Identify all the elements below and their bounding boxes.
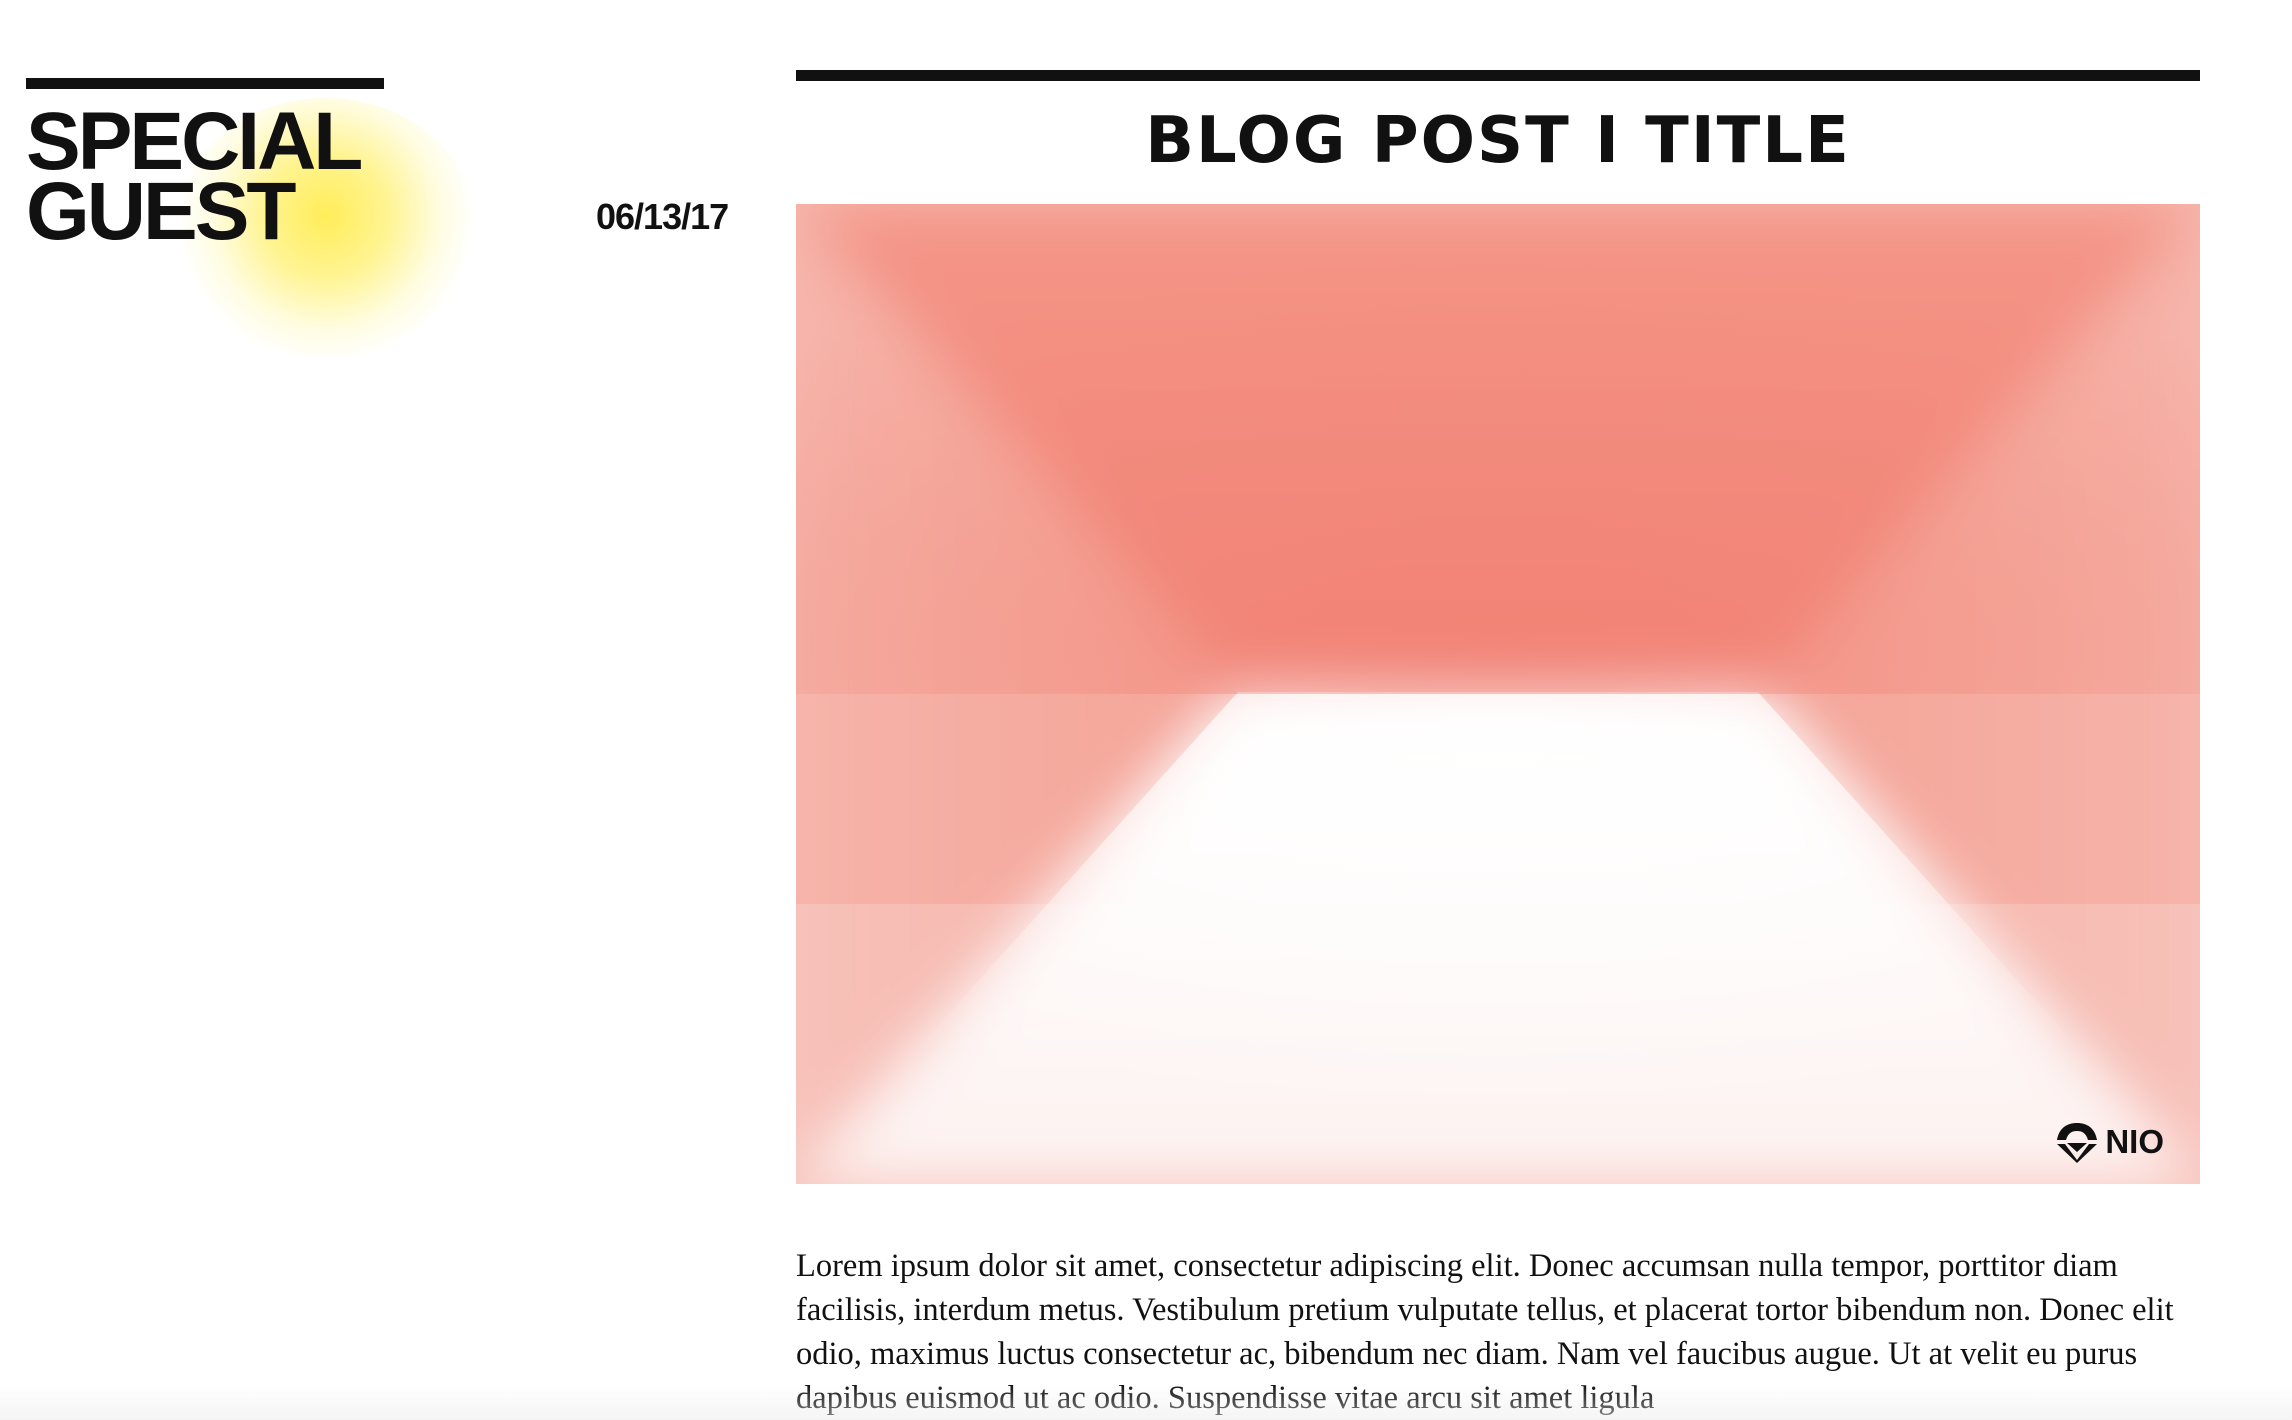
title-rule (796, 70, 2200, 81)
post-title: BLOG POST I TITLE (1145, 104, 1851, 178)
hero-image: NIO (796, 204, 2200, 1184)
brand-line-2: GUEST (26, 166, 296, 257)
nio-logo[interactable]: NIO (2053, 1120, 2164, 1164)
post-date: 06/13/17 (596, 196, 729, 237)
post-body: Lorem ipsum dolor sit amet, consectetur … (796, 1248, 2174, 1416)
brand-rule (26, 78, 384, 89)
brand-logo[interactable]: SPECIAL GUEST (26, 78, 476, 358)
hero-gradient (796, 204, 2200, 1184)
nio-logo-text: NIO (2105, 1123, 2164, 1160)
nio-logo-icon (2057, 1123, 2098, 1163)
